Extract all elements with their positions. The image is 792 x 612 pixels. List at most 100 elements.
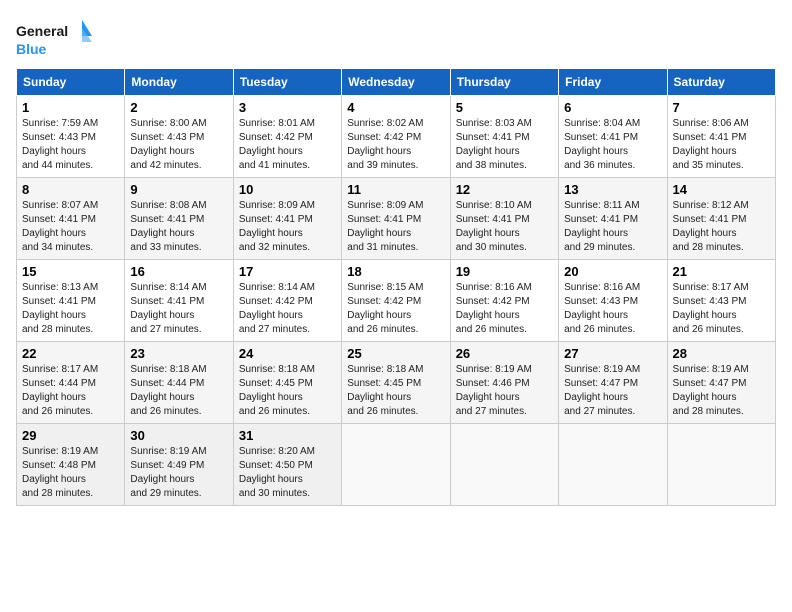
day-info: Sunrise: 8:15 AM Sunset: 4:42 PM Dayligh…	[347, 281, 444, 337]
svg-text:General: General	[16, 23, 68, 39]
weekday-header-thursday: Thursday	[450, 69, 558, 96]
calendar-cell: 21 Sunrise: 8:17 AM Sunset: 4:43 PM Dayl…	[667, 260, 775, 342]
calendar-cell: 28 Sunrise: 8:19 AM Sunset: 4:47 PM Dayl…	[667, 342, 775, 424]
calendar-cell: 30 Sunrise: 8:19 AM Sunset: 4:49 PM Dayl…	[125, 424, 233, 506]
weekday-header-friday: Friday	[559, 69, 667, 96]
calendar-cell: 25 Sunrise: 8:18 AM Sunset: 4:45 PM Dayl…	[342, 342, 450, 424]
day-info: Sunrise: 8:11 AM Sunset: 4:41 PM Dayligh…	[564, 199, 661, 255]
day-number: 16	[130, 264, 227, 279]
calendar-cell: 7 Sunrise: 8:06 AM Sunset: 4:41 PM Dayli…	[667, 96, 775, 178]
day-number: 7	[673, 100, 770, 115]
calendar-cell: 29 Sunrise: 8:19 AM Sunset: 4:48 PM Dayl…	[17, 424, 125, 506]
day-info: Sunrise: 8:19 AM Sunset: 4:48 PM Dayligh…	[22, 445, 119, 501]
day-number: 10	[239, 182, 336, 197]
day-info: Sunrise: 8:09 AM Sunset: 4:41 PM Dayligh…	[347, 199, 444, 255]
day-number: 9	[130, 182, 227, 197]
day-info: Sunrise: 8:03 AM Sunset: 4:41 PM Dayligh…	[456, 117, 553, 173]
calendar-cell: 11 Sunrise: 8:09 AM Sunset: 4:41 PM Dayl…	[342, 178, 450, 260]
day-info: Sunrise: 8:18 AM Sunset: 4:45 PM Dayligh…	[239, 363, 336, 419]
day-number: 15	[22, 264, 119, 279]
day-info: Sunrise: 8:19 AM Sunset: 4:46 PM Dayligh…	[456, 363, 553, 419]
calendar-cell: 27 Sunrise: 8:19 AM Sunset: 4:47 PM Dayl…	[559, 342, 667, 424]
calendar-cell: 31 Sunrise: 8:20 AM Sunset: 4:50 PM Dayl…	[233, 424, 341, 506]
day-number: 25	[347, 346, 444, 361]
day-info: Sunrise: 8:02 AM Sunset: 4:42 PM Dayligh…	[347, 117, 444, 173]
day-info: Sunrise: 8:04 AM Sunset: 4:41 PM Dayligh…	[564, 117, 661, 173]
calendar-cell: 14 Sunrise: 8:12 AM Sunset: 4:41 PM Dayl…	[667, 178, 775, 260]
calendar-cell: 9 Sunrise: 8:08 AM Sunset: 4:41 PM Dayli…	[125, 178, 233, 260]
day-info: Sunrise: 8:16 AM Sunset: 4:42 PM Dayligh…	[456, 281, 553, 337]
calendar-cell: 17 Sunrise: 8:14 AM Sunset: 4:42 PM Dayl…	[233, 260, 341, 342]
calendar-cell: 8 Sunrise: 8:07 AM Sunset: 4:41 PM Dayli…	[17, 178, 125, 260]
day-info: Sunrise: 8:18 AM Sunset: 4:45 PM Dayligh…	[347, 363, 444, 419]
day-number: 19	[456, 264, 553, 279]
day-number: 6	[564, 100, 661, 115]
day-info: Sunrise: 8:18 AM Sunset: 4:44 PM Dayligh…	[130, 363, 227, 419]
calendar-cell: 6 Sunrise: 8:04 AM Sunset: 4:41 PM Dayli…	[559, 96, 667, 178]
day-info: Sunrise: 8:19 AM Sunset: 4:47 PM Dayligh…	[564, 363, 661, 419]
day-number: 29	[22, 428, 119, 443]
weekday-header-monday: Monday	[125, 69, 233, 96]
day-info: Sunrise: 8:07 AM Sunset: 4:41 PM Dayligh…	[22, 199, 119, 255]
calendar-cell: 1 Sunrise: 7:59 AM Sunset: 4:43 PM Dayli…	[17, 96, 125, 178]
day-number: 4	[347, 100, 444, 115]
calendar-cell: 4 Sunrise: 8:02 AM Sunset: 4:42 PM Dayli…	[342, 96, 450, 178]
calendar-cell: 19 Sunrise: 8:16 AM Sunset: 4:42 PM Dayl…	[450, 260, 558, 342]
calendar-cell: 15 Sunrise: 8:13 AM Sunset: 4:41 PM Dayl…	[17, 260, 125, 342]
weekday-header-sunday: Sunday	[17, 69, 125, 96]
day-number: 21	[673, 264, 770, 279]
day-number: 11	[347, 182, 444, 197]
day-info: Sunrise: 8:09 AM Sunset: 4:41 PM Dayligh…	[239, 199, 336, 255]
day-number: 12	[456, 182, 553, 197]
day-info: Sunrise: 8:14 AM Sunset: 4:41 PM Dayligh…	[130, 281, 227, 337]
day-number: 17	[239, 264, 336, 279]
calendar-table: SundayMondayTuesdayWednesdayThursdayFrid…	[16, 68, 776, 506]
day-number: 22	[22, 346, 119, 361]
day-number: 26	[456, 346, 553, 361]
day-info: Sunrise: 8:12 AM Sunset: 4:41 PM Dayligh…	[673, 199, 770, 255]
day-info: Sunrise: 8:14 AM Sunset: 4:42 PM Dayligh…	[239, 281, 336, 337]
day-number: 30	[130, 428, 227, 443]
calendar-cell: 10 Sunrise: 8:09 AM Sunset: 4:41 PM Dayl…	[233, 178, 341, 260]
day-info: Sunrise: 8:08 AM Sunset: 4:41 PM Dayligh…	[130, 199, 227, 255]
day-number: 3	[239, 100, 336, 115]
day-info: Sunrise: 8:17 AM Sunset: 4:43 PM Dayligh…	[673, 281, 770, 337]
weekday-header-tuesday: Tuesday	[233, 69, 341, 96]
calendar-cell: 2 Sunrise: 8:00 AM Sunset: 4:43 PM Dayli…	[125, 96, 233, 178]
day-info: Sunrise: 8:10 AM Sunset: 4:41 PM Dayligh…	[456, 199, 553, 255]
day-number: 28	[673, 346, 770, 361]
calendar-cell: 26 Sunrise: 8:19 AM Sunset: 4:46 PM Dayl…	[450, 342, 558, 424]
logo: General Blue	[16, 16, 96, 60]
calendar-cell: 5 Sunrise: 8:03 AM Sunset: 4:41 PM Dayli…	[450, 96, 558, 178]
day-info: Sunrise: 8:19 AM Sunset: 4:47 PM Dayligh…	[673, 363, 770, 419]
day-info: Sunrise: 8:00 AM Sunset: 4:43 PM Dayligh…	[130, 117, 227, 173]
day-number: 5	[456, 100, 553, 115]
day-info: Sunrise: 7:59 AM Sunset: 4:43 PM Dayligh…	[22, 117, 119, 173]
day-number: 8	[22, 182, 119, 197]
calendar-cell	[342, 424, 450, 506]
day-number: 14	[673, 182, 770, 197]
day-number: 18	[347, 264, 444, 279]
logo-svg: General Blue	[16, 16, 96, 60]
day-info: Sunrise: 8:19 AM Sunset: 4:49 PM Dayligh…	[130, 445, 227, 501]
svg-text:Blue: Blue	[16, 41, 47, 57]
calendar-cell	[559, 424, 667, 506]
calendar-cell	[667, 424, 775, 506]
day-info: Sunrise: 8:01 AM Sunset: 4:42 PM Dayligh…	[239, 117, 336, 173]
day-number: 2	[130, 100, 227, 115]
day-info: Sunrise: 8:17 AM Sunset: 4:44 PM Dayligh…	[22, 363, 119, 419]
calendar-cell	[450, 424, 558, 506]
calendar-cell: 12 Sunrise: 8:10 AM Sunset: 4:41 PM Dayl…	[450, 178, 558, 260]
day-info: Sunrise: 8:06 AM Sunset: 4:41 PM Dayligh…	[673, 117, 770, 173]
day-number: 27	[564, 346, 661, 361]
day-number: 23	[130, 346, 227, 361]
calendar-cell: 24 Sunrise: 8:18 AM Sunset: 4:45 PM Dayl…	[233, 342, 341, 424]
calendar-cell: 18 Sunrise: 8:15 AM Sunset: 4:42 PM Dayl…	[342, 260, 450, 342]
page-header: General Blue	[16, 16, 776, 60]
day-number: 20	[564, 264, 661, 279]
day-number: 13	[564, 182, 661, 197]
weekday-header-saturday: Saturday	[667, 69, 775, 96]
day-number: 24	[239, 346, 336, 361]
calendar-cell: 3 Sunrise: 8:01 AM Sunset: 4:42 PM Dayli…	[233, 96, 341, 178]
day-number: 31	[239, 428, 336, 443]
